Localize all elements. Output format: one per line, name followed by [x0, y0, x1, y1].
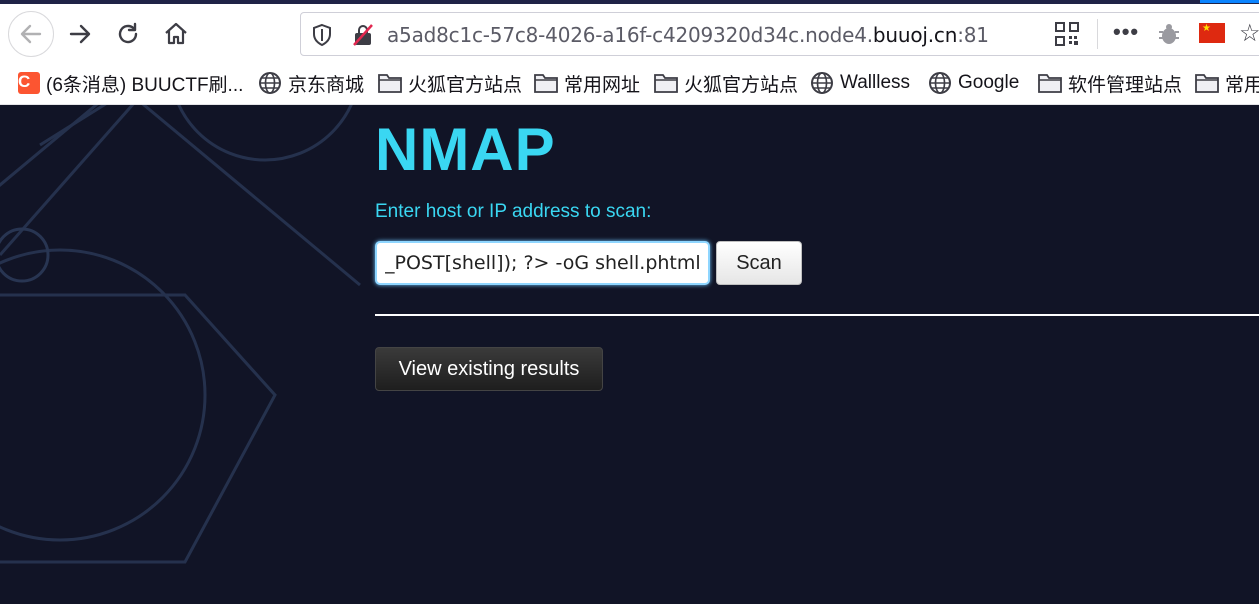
- bookmark-folder-firefox[interactable]: 火狐官方站点: [378, 62, 522, 104]
- divider: [375, 314, 1259, 316]
- bookmark-item-google[interactable]: Google: [928, 62, 1019, 104]
- bookmark-label: Google: [958, 72, 1020, 93]
- forward-arrow-icon: [69, 24, 91, 44]
- bookmark-item-csdn[interactable]: C (6条消息) BUUCTF刷...: [18, 62, 243, 104]
- bug-icon[interactable]: [1157, 22, 1181, 46]
- url-domain: buuoj.cn: [872, 23, 958, 47]
- page-actions-menu-button[interactable]: •••: [1113, 19, 1139, 45]
- csdn-icon: C: [18, 72, 40, 94]
- china-flag-icon[interactable]: [1199, 23, 1225, 43]
- url-bar[interactable]: a5ad8c1c-57c8-4026-a16f-c4209320d34c.nod…: [300, 12, 1259, 56]
- active-tab-accent: [1200, 0, 1259, 3]
- globe-icon: [259, 72, 281, 94]
- bookmark-label: 火狐官方站点: [408, 74, 523, 96]
- bookmark-label: 软件管理站点: [1068, 74, 1183, 96]
- shield-icon[interactable]: [311, 23, 333, 47]
- bookmark-label: 常用网址: [564, 74, 641, 96]
- bookmark-star-icon[interactable]: ☆: [1239, 19, 1259, 48]
- bookmark-label: 京东商城: [288, 74, 365, 96]
- bookmark-label: 常用: [1225, 74, 1259, 96]
- page-title: NMAP: [375, 116, 556, 183]
- reload-button[interactable]: [108, 14, 148, 54]
- folder-icon: [1038, 74, 1062, 93]
- folder-icon: [1195, 74, 1219, 93]
- folder-icon: [534, 74, 558, 93]
- home-button[interactable]: [156, 14, 196, 54]
- bookmark-label: (6条消息) BUUCTF刷...: [46, 74, 244, 96]
- reload-icon: [118, 22, 138, 44]
- bookmark-folder-common[interactable]: 常用网址: [534, 62, 640, 104]
- qr-code-icon[interactable]: [1055, 22, 1079, 46]
- bookmark-folder-software[interactable]: 软件管理站点: [1038, 62, 1182, 104]
- folder-icon: [654, 74, 678, 93]
- bookmark-label: 火狐官方站点: [684, 74, 799, 96]
- insecure-lock-icon[interactable]: [351, 23, 375, 47]
- view-results-button[interactable]: View existing results: [375, 347, 603, 391]
- folder-icon: [378, 74, 402, 93]
- host-input-label: Enter host or IP address to scan:: [375, 201, 652, 222]
- bookmark-item-wallless[interactable]: Wallless: [810, 62, 910, 104]
- bookmark-item-jd[interactable]: 京东商城: [258, 62, 364, 104]
- page-content: NMAP Enter host or IP address to scan: S…: [0, 105, 1259, 604]
- back-arrow-icon: [20, 24, 42, 44]
- globe-icon: [811, 72, 833, 94]
- bookmarks-bar: C (6条消息) BUUCTF刷... 京东商城 火狐官方站点 常用网址 火狐官…: [0, 62, 1259, 105]
- url-text[interactable]: a5ad8c1c-57c8-4026-a16f-c4209320d34c.nod…: [387, 23, 989, 47]
- bookmark-label: Wallless: [840, 72, 911, 93]
- url-prefix: a5ad8c1c-57c8-4026-a16f-c4209320d34c.nod…: [387, 23, 873, 47]
- forward-button[interactable]: [60, 14, 100, 54]
- bookmark-folder-common-2[interactable]: 常用: [1195, 62, 1259, 104]
- back-button[interactable]: [8, 11, 54, 57]
- url-bar-separator: [1097, 19, 1098, 49]
- home-icon: [165, 22, 187, 45]
- browser-navbar: a5ad8c1c-57c8-4026-a16f-c4209320d34c.nod…: [0, 4, 1259, 62]
- globe-icon: [929, 72, 951, 94]
- bookmark-folder-firefox-2[interactable]: 火狐官方站点: [654, 62, 798, 104]
- scan-button[interactable]: Scan: [716, 241, 802, 285]
- url-port: :81: [957, 23, 989, 47]
- host-input[interactable]: [375, 241, 710, 285]
